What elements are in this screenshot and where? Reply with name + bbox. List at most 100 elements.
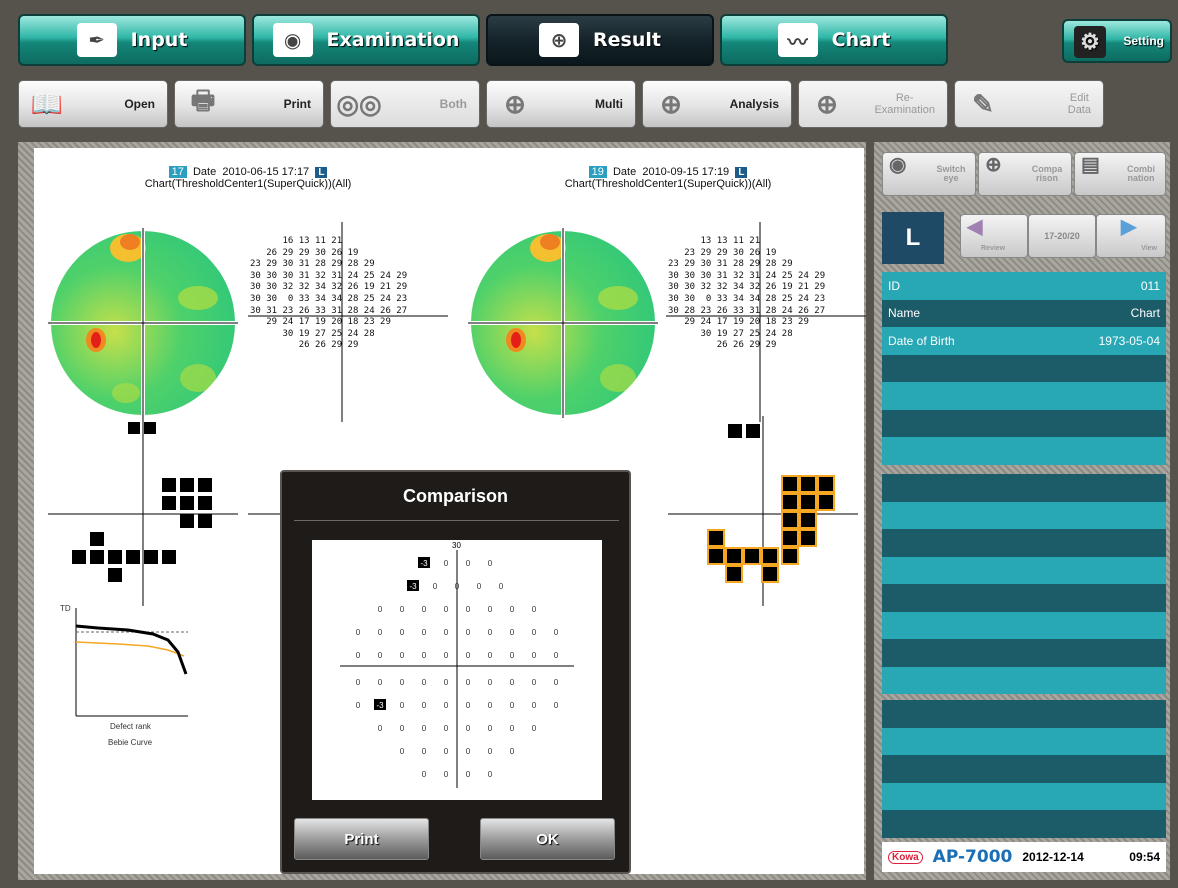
comparison-value: 0 bbox=[444, 628, 449, 637]
tab-input[interactable]: ✒ Input bbox=[18, 14, 246, 66]
patient-dob-row: Date of Birth 1973-05-04 bbox=[882, 327, 1166, 355]
comparison-value: 0 bbox=[554, 628, 559, 637]
main-tabs: ✒ Input ◉ Examination ⊕ Result 〰 Chart bbox=[18, 14, 948, 66]
footer-time: 09:54 bbox=[1129, 850, 1160, 864]
save-icon: ▤ bbox=[1081, 154, 1100, 176]
comparison-value: 0 bbox=[444, 747, 449, 756]
comparison-value: 0 bbox=[488, 724, 493, 733]
comparison-value: 0 bbox=[400, 605, 405, 614]
comparison-value: 0 bbox=[422, 747, 427, 756]
combination-button[interactable]: ▤ Combi nation bbox=[1074, 152, 1166, 196]
printer-icon: 🖶 bbox=[190, 85, 216, 115]
comparison-value: 0 bbox=[356, 701, 361, 710]
model-name: AP-7000 bbox=[932, 847, 1013, 867]
left-probability-plot bbox=[48, 416, 238, 606]
eye-indicator: L bbox=[882, 212, 944, 264]
comparison-value: 0 bbox=[466, 559, 471, 568]
setting-button[interactable]: ⚙ Setting bbox=[1062, 19, 1172, 63]
comparison-value: 0 bbox=[488, 605, 493, 614]
analysis-button[interactable]: ⊕ Analysis bbox=[642, 80, 792, 128]
comparison-value: 0 bbox=[532, 701, 537, 710]
comparison-value: 0 bbox=[466, 701, 471, 710]
comparison-value: 0 bbox=[499, 582, 504, 591]
comparison-value: 0 bbox=[510, 724, 515, 733]
comparison-value: 0 bbox=[554, 651, 559, 660]
tab-result[interactable]: ⊕ Result bbox=[486, 14, 714, 66]
left-colormap bbox=[48, 228, 238, 418]
multi-icon: ⊕ bbox=[504, 88, 526, 119]
comparison-value: 0 bbox=[433, 582, 438, 591]
print-dialog-button[interactable]: Print bbox=[294, 818, 429, 860]
both-eyes-icon: ◎◎ bbox=[336, 88, 382, 119]
comparison-value: 0 bbox=[488, 747, 493, 756]
dialog-title: Comparison bbox=[402, 486, 508, 506]
comparison-value: 0 bbox=[400, 701, 405, 710]
kowa-logo: Kowa bbox=[888, 850, 923, 864]
comparison-value: 0 bbox=[510, 628, 515, 637]
right-threshold-axes bbox=[666, 222, 866, 422]
comparison-value: 0 bbox=[554, 678, 559, 687]
book-icon: 📖 bbox=[30, 88, 64, 119]
edit-icon: ✎ bbox=[972, 88, 994, 119]
comparison-value: -3 bbox=[409, 582, 417, 591]
right-chart-header: 19 Date 2010-09-15 17:19 L Chart(Thresho… bbox=[564, 166, 772, 190]
comparison-value: 0 bbox=[532, 628, 537, 637]
comparison-value: 0 bbox=[444, 678, 449, 687]
comparison-value: 0 bbox=[466, 770, 471, 779]
patient-name-row: Name Chart bbox=[882, 299, 1166, 327]
bebie-xlabel: Defect rank bbox=[110, 722, 151, 731]
comparison-value: 0 bbox=[466, 651, 471, 660]
open-button[interactable]: 📖 Open bbox=[18, 80, 168, 128]
comparison-value: 0 bbox=[466, 628, 471, 637]
switch-eye-button[interactable]: ◉ Switch eye bbox=[882, 152, 976, 196]
comparison-value: 0 bbox=[444, 559, 449, 568]
footer-date: 2012-12-14 bbox=[1022, 850, 1084, 864]
edit-data-button[interactable]: ✎ Edit Data bbox=[954, 80, 1104, 128]
tab-chart[interactable]: 〰 Chart bbox=[720, 14, 948, 66]
reexamination-button[interactable]: ⊕ Re- Examination bbox=[798, 80, 948, 128]
multi-button[interactable]: ⊕ Multi bbox=[486, 80, 636, 128]
comparison-value: 0 bbox=[400, 678, 405, 687]
view-button[interactable]: ▶ View bbox=[1096, 214, 1166, 258]
print-button[interactable]: 🖶 Print bbox=[174, 80, 324, 128]
toolbar: 📖 Open 🖶 Print ◎◎ Both ⊕ Multi ⊕ Analysis ⊕ Re… bbox=[18, 80, 1104, 128]
bebie-title: Bebie Curve bbox=[108, 738, 153, 747]
comparison-value: 0 bbox=[422, 605, 427, 614]
comparison-value: 0 bbox=[466, 747, 471, 756]
comparison-value: 0 bbox=[455, 582, 460, 591]
compare-icon: ⊕ bbox=[985, 154, 1002, 176]
comparison-value: 0 bbox=[422, 678, 427, 687]
comparison-value: 0 bbox=[488, 701, 493, 710]
comparison-value: 0 bbox=[510, 605, 515, 614]
comparison-value: 0 bbox=[422, 701, 427, 710]
page-indicator: 17-20/20 bbox=[1028, 214, 1096, 258]
comparison-value: 0 bbox=[444, 724, 449, 733]
comparison-value: 0 bbox=[356, 678, 361, 687]
comparison-value: 0 bbox=[378, 724, 383, 733]
left-threshold-axes bbox=[248, 222, 448, 422]
comparison-value: 0 bbox=[422, 724, 427, 733]
comparison-plot: 30 -3 0 0 0 -3 0 0 0 0 0 0 0 0 0 0 0 0 0 0 0 0 0 0 0 0 0 0 0 0 0 0 0 0 0 0… bbox=[312, 540, 602, 800]
comparison-dialog: Comparison 30 -3 0 0 0 -3 0 0 0 0 0 0 0 0 0 0 0 0 0 0 0 0 0 0 0… bbox=[280, 470, 631, 874]
right-probability-plot bbox=[668, 416, 858, 606]
both-button[interactable]: ◎◎ Both bbox=[330, 80, 480, 128]
review-button[interactable]: ◀ Review bbox=[960, 214, 1028, 258]
comparison-button[interactable]: ⊕ Compa rison bbox=[978, 152, 1072, 196]
comparison-value: 0 bbox=[422, 651, 427, 660]
comparison-value: 0 bbox=[532, 651, 537, 660]
ok-button[interactable]: OK bbox=[480, 818, 615, 860]
info-section-3 bbox=[882, 700, 1166, 838]
comparison-value: 0 bbox=[510, 701, 515, 710]
comparison-value: -3 bbox=[376, 701, 384, 710]
bebie-ylabel: TD bbox=[60, 604, 71, 613]
comparison-value: -3 bbox=[420, 559, 428, 568]
comparison-value: 0 bbox=[488, 651, 493, 660]
patient-info: ID 011 Name Chart Date of Birth 1973-05-04 bbox=[882, 272, 1166, 465]
comparison-value: 0 bbox=[532, 724, 537, 733]
comparison-value: 0 bbox=[466, 724, 471, 733]
comparison-value: 0 bbox=[488, 678, 493, 687]
patient-id-row: ID 011 bbox=[882, 272, 1166, 300]
tab-examination[interactable]: ◉ Examination bbox=[252, 14, 480, 66]
comparison-value: 0 bbox=[378, 628, 383, 637]
result-icon: ⊕ bbox=[539, 23, 580, 57]
